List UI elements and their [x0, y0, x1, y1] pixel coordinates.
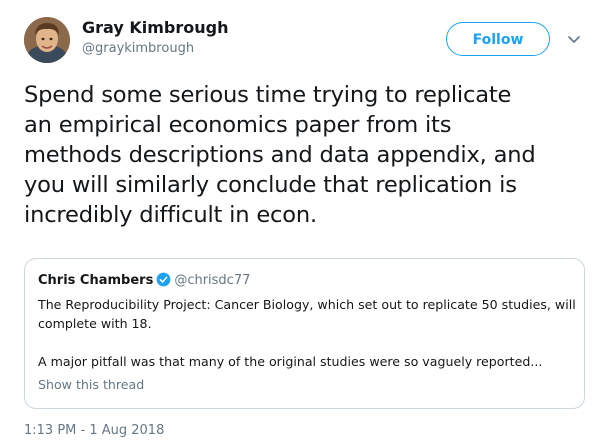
tweet-timestamp[interactable]: 1:13 PM - 1 Aug 2018	[24, 423, 164, 439]
quoted-tweet[interactable]: Chris Chambers @chrisdc77 The Reproducibi…	[24, 258, 585, 409]
quoted-author-name: Chris Chambers	[38, 273, 154, 288]
chevron-down-icon[interactable]	[566, 33, 582, 47]
verified-badge-icon	[156, 272, 171, 287]
avatar-image	[24, 17, 70, 63]
tweet-card: Gray Kimbrough @graykimbrough Follow Spe…	[0, 0, 605, 441]
quoted-tweet-header: Chris Chambers @chrisdc77	[38, 272, 250, 290]
tweet-text-line: incredibly difficult in econ.	[24, 202, 317, 228]
quoted-text-line: The Reproducibility Project: Cancer Biol…	[38, 297, 576, 312]
show-thread-link[interactable]: Show this thread	[38, 376, 144, 394]
tweet-text-line: methods descriptions and data appendix, …	[24, 142, 536, 168]
author-avatar[interactable]	[24, 17, 70, 63]
quoted-text-line: A major pitfall was that many of the ori…	[38, 354, 543, 369]
quoted-tweet-text: The Reproducibility Project: Cancer Biol…	[38, 295, 578, 371]
author-handle[interactable]: @graykimbrough	[82, 41, 228, 57]
tweet-text-line: an empirical economics paper from its	[24, 112, 452, 138]
author-info: Gray Kimbrough @graykimbrough	[82, 18, 228, 57]
quoted-author-handle: @chrisdc77	[174, 273, 251, 288]
tweet-text-line: you will similarly conclude that replica…	[24, 172, 517, 198]
quoted-text-line: complete with 18.	[38, 316, 152, 331]
author-display-name[interactable]: Gray Kimbrough	[82, 18, 228, 38]
quoted-text-spacer	[38, 333, 578, 352]
follow-button[interactable]: Follow	[446, 22, 550, 56]
tweet-text: Spend some serious time trying to replic…	[24, 80, 584, 230]
tweet-text-line: Spend some serious time trying to replic…	[24, 82, 512, 108]
